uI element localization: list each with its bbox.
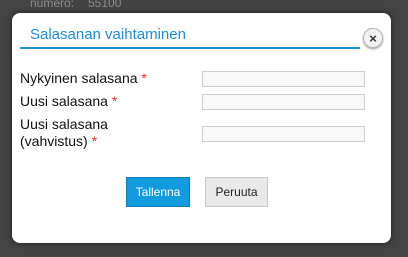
save-button[interactable]: Tallenna [126, 177, 190, 207]
dialog-title-bar: Salasanan vaihtaminen [20, 25, 360, 49]
current-password-label-text: Nykyinen salasana [20, 70, 138, 86]
required-marker: * [141, 70, 147, 86]
confirm-password-label-line1: Uusi salasana [20, 116, 108, 132]
close-icon[interactable]: × [363, 28, 383, 48]
dialog-title: Salasanan vaihtaminen [30, 26, 186, 43]
confirm-password-label-line2: (vahvistus) [20, 133, 88, 149]
confirm-password-label: Uusi salasana (vahvistus) * [20, 116, 108, 150]
current-password-label: Nykyinen salasana * [20, 70, 147, 87]
confirm-password-field[interactable] [202, 126, 365, 142]
new-password-field[interactable] [202, 94, 365, 110]
background-value: 55100 [88, 0, 122, 10]
cancel-button[interactable]: Peruuta [205, 177, 268, 207]
new-password-label-text: Uusi salasana [20, 93, 108, 109]
current-password-field[interactable] [202, 71, 365, 87]
required-marker: * [91, 133, 98, 149]
background-label: numero: [30, 0, 75, 10]
required-marker: * [111, 93, 118, 109]
new-password-label: Uusi salasana * [20, 93, 117, 110]
change-password-dialog: Salasanan vaihtaminen × Nykyinen salasan… [12, 13, 391, 243]
